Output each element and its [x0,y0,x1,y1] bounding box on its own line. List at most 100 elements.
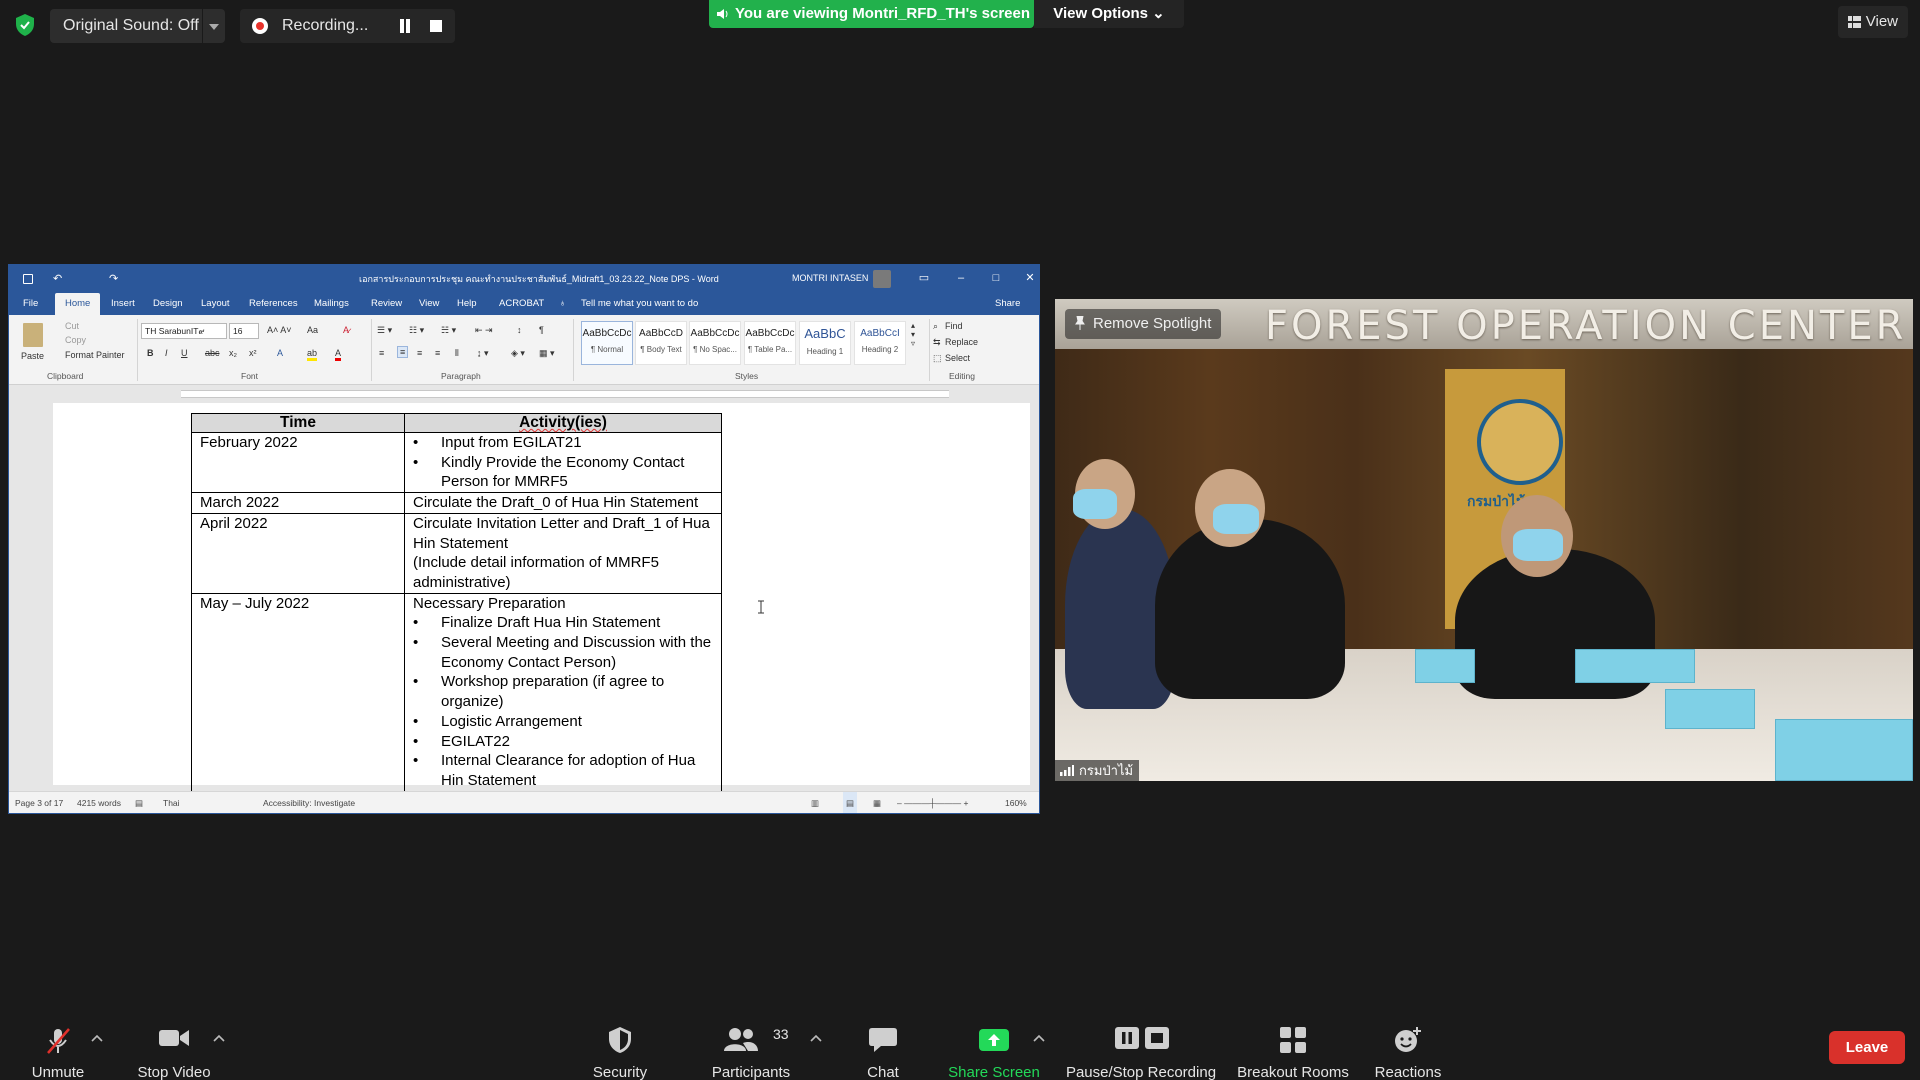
minimize-icon[interactable]: – [946,265,976,291]
tab-references[interactable]: References [249,293,298,315]
font-size-box[interactable]: 16 [229,323,259,339]
pause-stop-recording-button[interactable]: Pause/Stop Recording [1062,1010,1220,1080]
redo-icon[interactable]: ↷ [109,272,118,285]
unmute-button[interactable]: Unmute [18,1010,98,1080]
sort-icon[interactable]: ↕ [517,325,522,335]
numbering-icon[interactable]: ☷ ▾ [409,325,424,336]
strikethrough-icon[interactable]: abc [205,348,220,358]
style-body-text[interactable]: AaBbCcD ¶ Body Text [635,321,687,365]
text-effects-icon[interactable]: A [277,348,283,358]
grow-font-icon[interactable]: A˄ A˅ [267,325,292,335]
view-button[interactable]: View [1838,6,1908,38]
leave-button[interactable]: Leave [1829,1031,1905,1064]
stop-recording-icon[interactable] [430,20,442,32]
highlight-icon[interactable]: ab [307,348,318,361]
bullets-icon[interactable]: ☰ ▾ [377,325,392,336]
tab-design[interactable]: Design [153,293,183,315]
align-center-icon[interactable]: ≡ [397,346,409,358]
font-name-box[interactable]: TH SarabunIT๙ [141,323,227,339]
underline-icon[interactable]: U [181,348,188,358]
bold-icon[interactable]: B [147,348,154,358]
share-screen-button[interactable]: Share Screen [945,1010,1043,1080]
page-count[interactable]: Page 3 of 17 [15,792,63,813]
tab-acrobat[interactable]: ACROBAT [499,293,544,315]
subscript-icon[interactable]: x₂ [229,348,237,358]
original-sound-button[interactable]: Original Sound: Off [50,9,202,43]
tab-view[interactable]: View [419,293,439,315]
align-left-icon[interactable]: ≡ [379,348,384,358]
chat-button[interactable]: Chat [852,1010,914,1080]
superscript-icon[interactable]: x² [249,348,257,358]
italic-icon[interactable]: I [165,348,168,358]
read-mode-icon[interactable]: ▥ [811,792,819,813]
styles-scroll-icon[interactable]: ▴ ▾ ▿ [911,321,915,348]
spotlight-video[interactable]: FOREST OPERATION CENTER กรมป่าไม้ [1055,299,1913,781]
participants-button[interactable]: 33 Participants [701,1010,801,1080]
clear-formatting-icon[interactable]: A̷ [343,325,349,335]
chevron-up-icon[interactable] [810,1034,822,1042]
find-button[interactable]: Find [945,321,963,331]
justify-icon[interactable]: ≡ [435,348,440,358]
maximize-icon[interactable]: □ [981,265,1011,291]
style-table-paragraph[interactable]: AaBbCcDc ¶ Table Pa... [744,321,796,365]
accessibility-status[interactable]: Accessibility: Investigate [263,792,355,813]
stop-video-button[interactable]: Stop Video [128,1010,220,1080]
security-button[interactable]: Security [579,1010,661,1080]
tab-layout[interactable]: Layout [201,293,230,315]
recording-label: Recording... [282,17,369,34]
font-color-icon[interactable]: A [335,348,342,361]
multilevel-list-icon[interactable]: ☵ ▾ [441,325,456,336]
chevron-up-icon[interactable] [91,1034,103,1042]
borders-icon[interactable]: ▦ ▾ [539,348,555,359]
style-no-spacing[interactable]: AaBbCcDc ¶ No Spac... [689,321,741,365]
save-icon[interactable] [23,274,33,284]
paste-button[interactable]: Paste [21,351,44,361]
proofing-icon[interactable]: ▤ [135,792,143,813]
share-button[interactable]: Share [995,293,1020,315]
show-marks-icon[interactable]: ¶ [539,325,544,335]
breakout-rooms-button[interactable]: Breakout Rooms [1234,1010,1352,1080]
horizontal-ruler[interactable] [9,387,1039,401]
columns-icon[interactable]: ⫴ [455,348,459,359]
style-preview: AaBbCcI [860,328,900,339]
language-indicator[interactable]: Thai [163,792,180,813]
print-layout-icon[interactable]: ▤ [843,792,858,813]
line-spacing-icon[interactable]: ↨ ▾ [477,348,489,359]
cut-button[interactable]: Cut [65,321,79,331]
chevron-up-icon[interactable] [213,1034,225,1042]
tab-review[interactable]: Review [371,293,402,315]
shading-icon[interactable]: ◈ ▾ [511,348,525,359]
align-right-icon[interactable]: ≡ [417,348,422,358]
tab-home[interactable]: Home [55,293,101,315]
chevron-up-icon[interactable] [1033,1034,1045,1042]
original-sound-dropdown[interactable] [203,9,225,43]
replace-button[interactable]: Replace [945,337,978,347]
ribbon-display-icon[interactable]: ▭ [909,265,939,291]
tab-insert[interactable]: Insert [111,293,135,315]
style-heading-2[interactable]: AaBbCcI Heading 2 [854,321,906,365]
document-page[interactable]: Time Activity(ies) February 2022Input fr… [53,403,1030,813]
view-options-button[interactable]: View Options ⌄ [1034,0,1184,28]
style-heading-1[interactable]: AaBbC Heading 1 [799,321,851,365]
change-case-icon[interactable]: Aa [307,325,318,335]
word-count[interactable]: 4215 words [77,792,121,813]
tab-file[interactable]: File [23,293,38,315]
web-layout-icon[interactable]: ▦ [873,792,881,813]
zoom-slider[interactable]: – ———┼——— + [897,792,968,813]
tab-mailings[interactable]: Mailings [314,293,349,315]
paste-icon[interactable] [23,323,43,347]
format-painter-button[interactable]: Format Painter [65,350,125,360]
zoom-level[interactable]: 160% [1005,792,1027,813]
indent-icons[interactable]: ⇤ ⇥ [475,325,493,336]
tab-help[interactable]: Help [457,293,477,315]
user-avatar[interactable] [873,270,891,288]
style-normal[interactable]: AaBbCcDc ¶ Normal [581,321,633,365]
remove-spotlight-button[interactable]: Remove Spotlight [1065,309,1222,339]
pause-recording-icon[interactable] [398,19,412,33]
undo-icon[interactable]: ↶ [53,272,62,285]
close-icon[interactable]: ✕ [1015,265,1039,291]
select-button[interactable]: Select [945,353,970,363]
tell-me-search[interactable]: Tell me what you want to do [581,293,698,315]
reactions-button[interactable]: Reactions [1366,1010,1450,1080]
copy-button[interactable]: Copy [65,335,86,345]
